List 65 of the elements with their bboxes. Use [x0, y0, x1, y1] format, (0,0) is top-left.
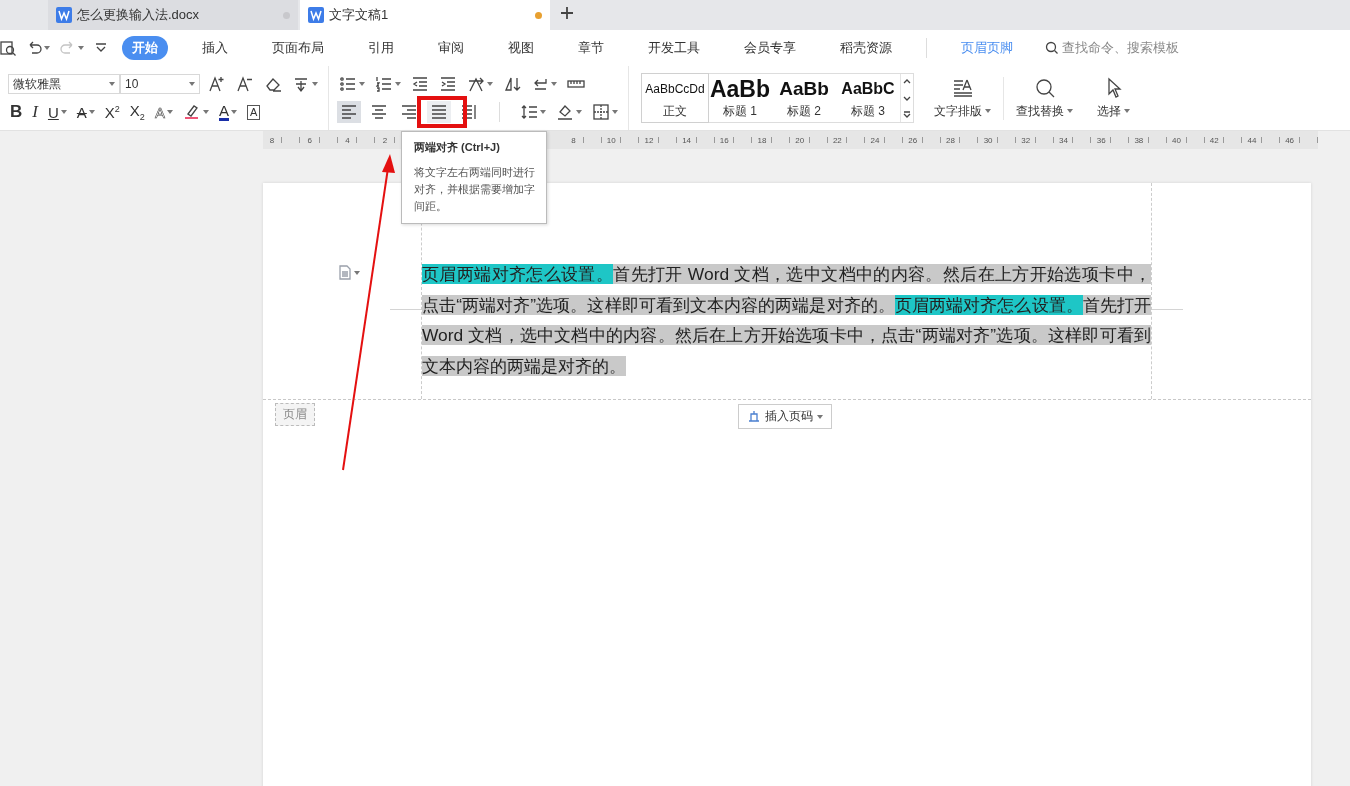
style-preset[interactable]: AaBb 标题 2 [772, 74, 836, 122]
font-name-dropdown[interactable]: 微软雅黑 [8, 74, 120, 94]
ruler-number: 12 [643, 135, 655, 145]
plain-format-button[interactable]: X$_{2}$ [127, 102, 147, 122]
color-format-button[interactable]: A [216, 103, 239, 121]
ribbon-tab[interactable]: 页面布局 [262, 36, 334, 60]
tooltip-title: 两端对齐 (Ctrl+J) [414, 140, 501, 155]
style-preview: AaBb [779, 77, 829, 101]
find-button[interactable]: 查找替换 [1004, 76, 1085, 120]
style-name: 标题 1 [723, 103, 757, 120]
ruler-number: 36 [1095, 135, 1107, 145]
style-preview: AaBbCcDd [645, 81, 705, 98]
ruler-number: 40 [1171, 135, 1182, 145]
tab-title: 文字文稿1 [329, 6, 390, 24]
insert-page-number-button[interactable]: 插入页码 [738, 404, 832, 429]
ruler-number: 22 [831, 135, 843, 145]
ruler-number: 34 [1058, 135, 1069, 145]
ribbon-tab[interactable]: 稻壳资源 [830, 36, 902, 60]
header-label: 页眉 [275, 403, 315, 426]
style-preview: AaBb [709, 76, 771, 102]
layout-button[interactable]: 文字排版 [922, 76, 1004, 120]
ruler-number: 16 [718, 135, 730, 145]
ruler-number: 4 [344, 135, 351, 145]
ribbon-tab[interactable]: 插入 [192, 36, 238, 60]
ruler-number: 44 [1246, 135, 1258, 145]
style-preset[interactable]: AaBbC 标题 3 [836, 74, 900, 122]
italic-format-button[interactable]: I [30, 102, 40, 122]
ruler-number: 42 [1208, 135, 1220, 145]
ruler-number: 10 [605, 135, 617, 145]
ribbon-tab[interactable]: 视图 [498, 36, 544, 60]
ruler-number: 28 [944, 135, 956, 145]
select-button[interactable]: 选择 [1085, 76, 1142, 120]
ruler-number: 24 [869, 135, 881, 145]
ribbon-tab[interactable]: 开发工具 [638, 36, 710, 60]
ruler-number: 46 [1284, 135, 1296, 145]
ribbon-tab[interactable]: 引用 [358, 36, 404, 60]
document-tab[interactable]: 文字文稿1 [300, 0, 550, 30]
ribbon-tab[interactable]: 会员专享 [734, 36, 806, 60]
style-preview: AaBbC [841, 79, 895, 99]
ruler-number: 8 [570, 135, 577, 145]
style-name: 标题 2 [787, 103, 821, 120]
ruler-number: 18 [756, 135, 768, 145]
ruler-number: 8 [268, 135, 276, 145]
ruler-number: 6 [306, 135, 313, 145]
ruler-number: 2 [381, 135, 389, 145]
bold-format-button[interactable]: B [8, 102, 25, 122]
ruler-number: 26 [907, 135, 919, 145]
ruler-number: 32 [1020, 135, 1032, 145]
plain-format-button[interactable]: X$^{2}$ [102, 103, 122, 121]
ruler-number: 30 [982, 135, 994, 145]
style-name: 标题 3 [851, 103, 885, 120]
style-name: 正文 [663, 103, 687, 120]
boxed-format-button[interactable]: A [244, 104, 263, 120]
ribbon-tab[interactable]: 章节 [568, 36, 614, 60]
ribbon-tab[interactable]: 审阅 [428, 36, 474, 60]
document-tab[interactable]: 怎么更换输入法.docx [48, 0, 298, 30]
tooltip-description: 将文字左右两端同时进行对齐，并根据需要增加字间距。 [414, 165, 536, 214]
underline-format-button[interactable]: U [45, 103, 69, 121]
tab-title: 怎么更换输入法.docx [77, 6, 201, 24]
font-size-dropdown[interactable]: 10 [120, 74, 200, 94]
ruler-number: 20 [794, 135, 806, 145]
style-preset[interactable]: AaBb 标题 1 [708, 74, 772, 122]
strike-format-button[interactable]: A [74, 103, 97, 121]
ruler-number: 14 [681, 135, 693, 145]
ruler-number: 38 [1133, 135, 1145, 145]
